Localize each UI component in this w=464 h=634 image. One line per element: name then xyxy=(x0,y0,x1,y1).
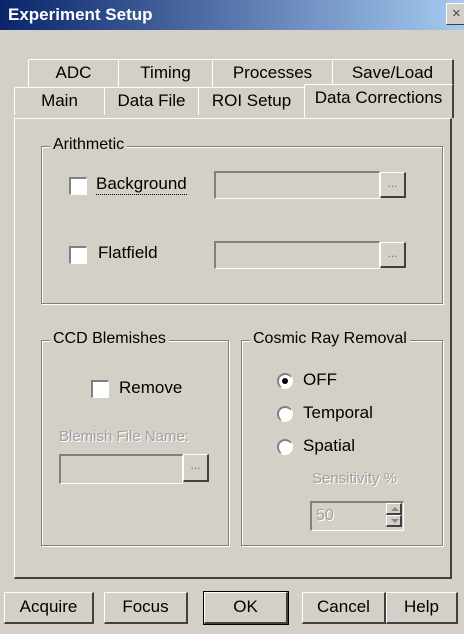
ellipsis-icon: ... xyxy=(387,176,398,190)
ellipsis-icon: ... xyxy=(387,246,398,260)
background-browse-button[interactable]: ... xyxy=(380,172,406,198)
help-button[interactable]: Help xyxy=(386,592,458,624)
spin-up-button[interactable] xyxy=(386,503,402,515)
radio-off-label: OFF xyxy=(303,370,337,389)
flatfield-checkbox[interactable] xyxy=(69,246,87,264)
title-bar: Experiment Setup × xyxy=(0,0,464,30)
background-file-field xyxy=(214,171,380,199)
button-label: Focus xyxy=(122,597,169,616)
radio-spatial-label: Spatial xyxy=(303,436,355,455)
tab-label: ROI Setup xyxy=(211,91,292,110)
remove-checkbox[interactable] xyxy=(91,380,109,398)
radio-off[interactable] xyxy=(277,373,293,389)
tab-label: Data Corrections xyxy=(314,88,443,107)
button-label: Acquire xyxy=(19,597,78,616)
button-label: OK xyxy=(233,597,258,616)
cosmic-ray-group: Cosmic Ray Removal OFF Temporal Spatial … xyxy=(241,330,443,546)
ellipsis-icon: ... xyxy=(190,458,201,472)
sensitivity-spinner[interactable]: 50 xyxy=(310,501,404,531)
window-title: Experiment Setup xyxy=(8,5,153,24)
tab-main[interactable]: Main xyxy=(14,87,106,115)
background-checkbox[interactable] xyxy=(69,177,87,195)
tab-label: Save/Load xyxy=(351,63,434,82)
sensitivity-label: Sensitivity % xyxy=(312,470,398,487)
arrow-down-icon xyxy=(391,519,399,523)
group-label: CCD Blemishes xyxy=(50,330,169,348)
sensitivity-value: 50 xyxy=(316,507,334,524)
tab-label: Main xyxy=(41,91,78,110)
blemish-file-label: Blemish File Name: xyxy=(59,428,190,445)
tab-label: Data File xyxy=(117,91,186,110)
button-label: Cancel xyxy=(317,597,370,616)
tab-roi-setup[interactable]: ROI Setup xyxy=(198,87,306,115)
flatfield-label: Flatfield xyxy=(98,243,158,262)
tab-data-file[interactable]: Data File xyxy=(104,87,200,115)
arrow-up-icon xyxy=(391,507,399,511)
close-icon: × xyxy=(452,5,461,22)
ccd-blemishes-group: CCD Blemishes Remove Blemish File Name: … xyxy=(41,330,229,546)
acquire-button[interactable]: Acquire xyxy=(4,592,94,624)
tab-save-load[interactable]: Save/Load xyxy=(332,59,454,87)
group-label: Arithmetic xyxy=(50,136,128,154)
blemish-file-field xyxy=(59,454,183,484)
spin-down-button[interactable] xyxy=(386,515,402,527)
tab-processes[interactable]: Processes xyxy=(212,59,334,87)
radio-temporal[interactable] xyxy=(277,406,293,422)
tab-label: ADC xyxy=(55,63,92,82)
button-label: Help xyxy=(404,597,439,616)
background-label: Background xyxy=(96,174,187,195)
radio-temporal-label: Temporal xyxy=(303,403,373,422)
flatfield-file-field xyxy=(214,241,380,269)
arithmetic-group: Arithmetic Background ... Flatfield ... xyxy=(41,136,443,304)
cancel-button[interactable]: Cancel xyxy=(302,592,386,624)
group-label: Cosmic Ray Removal xyxy=(250,330,410,348)
radio-spatial[interactable] xyxy=(277,439,293,455)
remove-label: Remove xyxy=(119,378,183,397)
blemish-browse-button[interactable]: ... xyxy=(183,454,209,482)
tab-timing[interactable]: Timing xyxy=(118,59,214,87)
focus-button[interactable]: Focus xyxy=(104,592,188,624)
ok-button[interactable]: OK xyxy=(203,591,289,625)
tab-label: Processes xyxy=(232,63,313,82)
tab-adc[interactable]: ADC xyxy=(28,59,120,87)
close-button[interactable]: × xyxy=(446,3,464,25)
tab-label: Timing xyxy=(140,63,191,82)
radio-selected-dot xyxy=(282,378,288,384)
tab-data-corrections[interactable]: Data Corrections xyxy=(304,84,454,118)
flatfield-browse-button[interactable]: ... xyxy=(380,242,406,268)
